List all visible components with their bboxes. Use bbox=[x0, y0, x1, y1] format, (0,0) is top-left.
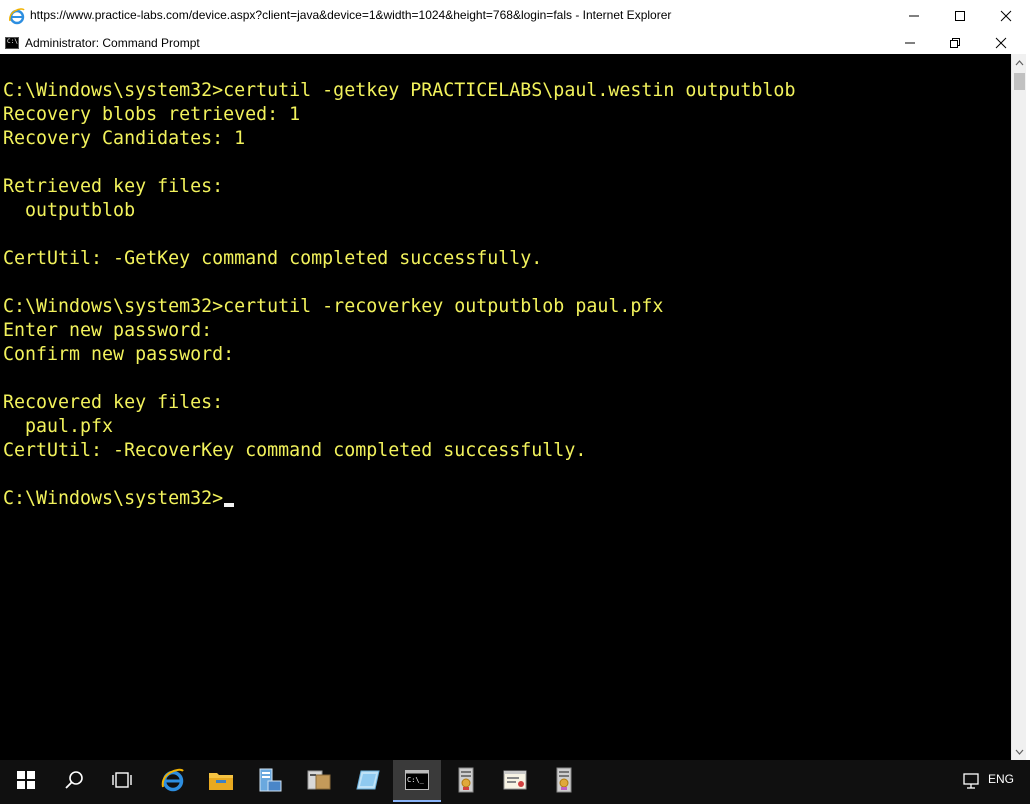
certificate-authority-icon bbox=[458, 767, 474, 793]
console-line: C:\Windows\system32> bbox=[3, 487, 795, 511]
taskbar: C:\_ ENG bbox=[0, 760, 1030, 804]
console-line: C:\Windows\system32>certutil -recoverkey… bbox=[3, 296, 664, 317]
console-line: Recovery blobs retrieved: 1 bbox=[3, 104, 301, 125]
close-icon bbox=[1000, 10, 1012, 22]
task-view-button[interactable] bbox=[98, 760, 146, 800]
svg-text:C:\_: C:\_ bbox=[407, 776, 425, 784]
cmd-title-bar: C:\ Administrator: Command Prompt bbox=[0, 32, 1030, 54]
taskbar-command-prompt[interactable]: C:\_ bbox=[393, 760, 441, 802]
cmd-restore-button[interactable] bbox=[932, 32, 978, 54]
taskbar-internet-explorer[interactable] bbox=[149, 760, 197, 800]
cmd-title: Administrator: Command Prompt bbox=[25, 36, 200, 50]
taskbar-server-manager[interactable] bbox=[246, 760, 294, 800]
console-scrollbar[interactable] bbox=[1011, 54, 1026, 760]
console-lines: C:\Windows\system32>certutil -getkey PRA… bbox=[3, 79, 795, 511]
console-line: Retrieved key files: bbox=[3, 176, 224, 197]
computer-management-icon bbox=[307, 770, 331, 790]
console-output[interactable]: C:\Windows\system32>certutil -getkey PRA… bbox=[0, 54, 1011, 760]
server-manager-icon bbox=[259, 768, 282, 792]
start-button[interactable] bbox=[2, 760, 50, 800]
cmd-minimize-button[interactable] bbox=[887, 32, 933, 54]
console-line: Recovery Candidates: 1 bbox=[3, 128, 246, 149]
browser-title: https://www.practice-labs.com/device.asp… bbox=[30, 8, 672, 22]
restore-icon bbox=[950, 38, 960, 48]
taskbar-computer-management[interactable] bbox=[295, 760, 343, 800]
language-indicator[interactable]: ENG bbox=[988, 772, 1014, 786]
network-icon[interactable] bbox=[962, 770, 982, 790]
browser-minimize-button[interactable] bbox=[891, 0, 937, 32]
browser-maximize-button[interactable] bbox=[937, 0, 983, 32]
powershell-ise-icon bbox=[356, 770, 380, 790]
console-line: paul.pfx bbox=[3, 416, 114, 437]
search-icon bbox=[65, 771, 83, 789]
taskbar-certificates[interactable] bbox=[540, 760, 588, 800]
maximize-icon bbox=[955, 11, 965, 21]
console-line: Recovered key files: bbox=[3, 392, 224, 413]
command-prompt-icon: C:\ bbox=[5, 37, 19, 49]
minimize-icon bbox=[909, 15, 919, 17]
browser-title-bar: https://www.practice-labs.com/device.asp… bbox=[0, 0, 1030, 32]
chevron-down-icon bbox=[1015, 749, 1024, 755]
windows-start-icon bbox=[17, 771, 35, 789]
task-view-icon bbox=[112, 772, 132, 788]
command-prompt-icon: C:\_ bbox=[405, 770, 429, 790]
certificate-templates-icon bbox=[503, 770, 527, 790]
console-line: Confirm new password: bbox=[3, 344, 235, 365]
close-icon bbox=[995, 37, 1007, 49]
console-line: C:\Windows\system32>certutil -getkey PRA… bbox=[3, 80, 796, 101]
browser-close-button[interactable] bbox=[983, 0, 1029, 32]
console-line: CertUtil: -RecoverKey command completed … bbox=[3, 440, 587, 461]
taskbar-certification-authority[interactable] bbox=[442, 760, 490, 800]
certificates-icon bbox=[556, 767, 572, 793]
internet-explorer-icon bbox=[9, 8, 25, 25]
window-border bbox=[1026, 54, 1030, 760]
file-explorer-icon bbox=[209, 773, 233, 790]
scroll-up-button[interactable] bbox=[1012, 54, 1027, 71]
text-cursor bbox=[224, 503, 235, 507]
internet-explorer-icon bbox=[161, 768, 184, 792]
scroll-down-button[interactable] bbox=[1012, 743, 1027, 760]
console-line: outputblob bbox=[3, 200, 136, 221]
scrollbar-thumb[interactable] bbox=[1014, 73, 1025, 90]
minimize-icon bbox=[905, 42, 915, 44]
console-line: Enter new password: bbox=[3, 320, 213, 341]
console-line: CertUtil: -GetKey command completed succ… bbox=[3, 248, 543, 269]
taskbar-certificate-templates[interactable] bbox=[491, 760, 539, 800]
taskbar-powershell-ise[interactable] bbox=[344, 760, 392, 800]
chevron-up-icon bbox=[1015, 59, 1024, 65]
taskbar-file-explorer[interactable] bbox=[197, 760, 245, 800]
cmd-close-button[interactable] bbox=[978, 32, 1024, 54]
taskbar-search-button[interactable] bbox=[50, 760, 98, 800]
